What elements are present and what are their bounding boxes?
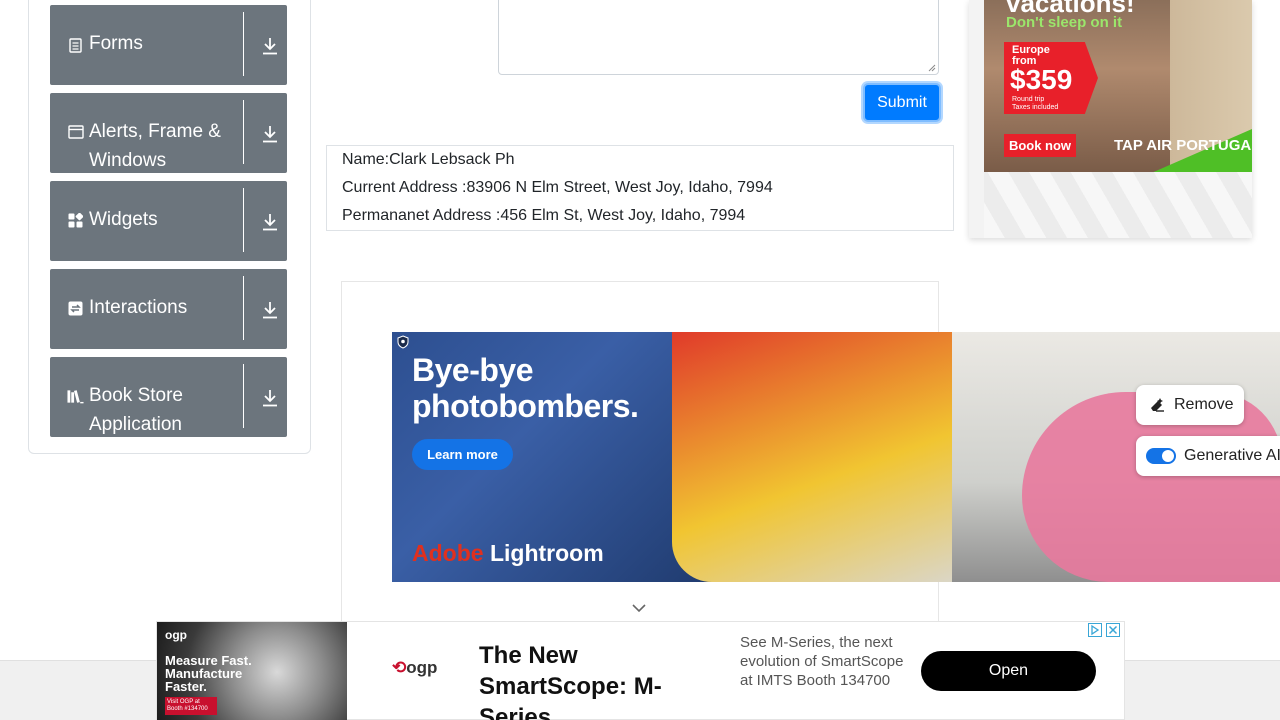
ad-title: The New SmartScope: M-Series [479, 642, 662, 720]
sidebar-group-label: Widgets [89, 209, 158, 230]
sidebar-group-forms[interactable]: Forms [50, 5, 287, 85]
divider [243, 188, 244, 252]
output-permanent-address: Permananet Address :456 Elm St, West Joy… [342, 207, 746, 224]
ad-photo: vacations! Don't sleep on it Europe from… [984, 0, 1252, 172]
output-current-address: Current Address :83906 N Elm Street, Wes… [342, 179, 773, 196]
download-arrow-icon[interactable] [260, 123, 280, 145]
ad-price: $359 [1010, 64, 1073, 95]
close-icon[interactable] [1106, 623, 1120, 637]
divider [243, 100, 244, 164]
adchoices-icon[interactable] [1088, 623, 1102, 637]
tap-air-portugal-ad[interactable]: vacations! Don't sleep on it Europe from… [969, 0, 1252, 238]
ad-background-pattern [984, 172, 1252, 238]
eraser-icon [1151, 398, 1164, 412]
toggle-icon [1146, 448, 1176, 464]
sidebar-group-label: Book Store Application [89, 385, 183, 435]
ad-headline-line1: Bye-bye [412, 352, 534, 388]
ad-image-logo: ogp [165, 628, 187, 642]
ad-gear-image: ogp Measure Fast. Manufacture Faster. Vi… [157, 622, 347, 720]
submit-button[interactable]: Submit [863, 83, 941, 122]
ad-image-visit: Visit OGP at Booth #134700 [165, 697, 217, 715]
window-icon [67, 123, 84, 140]
sidebar-group-label: Interactions [89, 297, 188, 318]
open-button[interactable]: Open [921, 651, 1096, 691]
ogp-logo: ⟲ogp [392, 658, 438, 677]
remove-chip-label: Remove [1174, 396, 1234, 413]
ad-price-terms: Round trip Taxes included [1012, 96, 1059, 111]
sidebar-group-label: Forms [89, 33, 143, 54]
sidebar-group-label: Alerts, Frame & Windows [89, 121, 221, 171]
ad-book-now-button[interactable]: Book now [1004, 134, 1076, 157]
download-arrow-icon[interactable] [260, 299, 280, 321]
ogp-logo-text: ogp [406, 658, 438, 677]
output-name: Name:Clark Lebsack Ph [342, 151, 515, 168]
sidebar-group-alerts[interactable]: Alerts, Frame & Windows [50, 93, 287, 173]
generative-ai-chip: Generative AI [1136, 436, 1280, 476]
interactions-icon [67, 300, 84, 317]
ad-image-tagline: Measure Fast. Manufacture Faster. [165, 653, 252, 694]
book-store-icon [67, 388, 84, 405]
page: Forms Alerts, Frame & Windows Widgets In… [0, 0, 1280, 720]
ad-headline: Bye-bye photobombers. [412, 352, 639, 424]
ad-price-tag: Europe from $359 Round trip Taxes includ… [1004, 42, 1098, 114]
remove-chip: Remove [1136, 385, 1244, 425]
form-icon [67, 37, 84, 54]
output-box: Name:Clark Lebsack Ph Current Address :8… [326, 145, 954, 231]
ad-brand: TAP AIR PORTUGAL [1114, 137, 1252, 154]
sidebar-group-book-store[interactable]: Book Store Application [50, 357, 287, 437]
download-arrow-icon[interactable] [260, 35, 280, 57]
permanent-address-textarea[interactable] [498, 0, 939, 75]
resize-grip-icon[interactable] [928, 64, 936, 72]
ad-brand-adobe: Adobe [412, 540, 484, 566]
widgets-icon [67, 212, 84, 229]
divider [243, 12, 244, 76]
download-arrow-icon[interactable] [260, 211, 280, 233]
divider [243, 276, 244, 340]
chevron-down-icon[interactable] [630, 601, 648, 615]
sidebar-group-widgets[interactable]: Widgets [50, 181, 287, 261]
sidebar-group-interactions[interactable]: Interactions [50, 269, 287, 349]
ad-subline: Don't sleep on it [1006, 14, 1123, 31]
download-arrow-icon[interactable] [260, 387, 280, 409]
learn-more-button[interactable]: Learn more [412, 439, 513, 470]
divider [243, 364, 244, 428]
ad-brand-lightroom: Lightroom [483, 540, 604, 566]
adobe-lightroom-ad[interactable]: Bye-bye photobombers. Learn more Adobe L… [392, 332, 1280, 582]
shield-icon [397, 335, 409, 349]
ad-brand: Adobe Lightroom [412, 540, 604, 567]
ad-description: See M-Series, the next evolution of Smar… [740, 634, 904, 689]
ad-headline-line2: photobombers. [412, 388, 639, 424]
generative-ai-chip-label: Generative AI [1184, 447, 1280, 464]
ogp-smartscope-ad[interactable]: ogp Measure Fast. Manufacture Faster. Vi… [156, 621, 1125, 720]
